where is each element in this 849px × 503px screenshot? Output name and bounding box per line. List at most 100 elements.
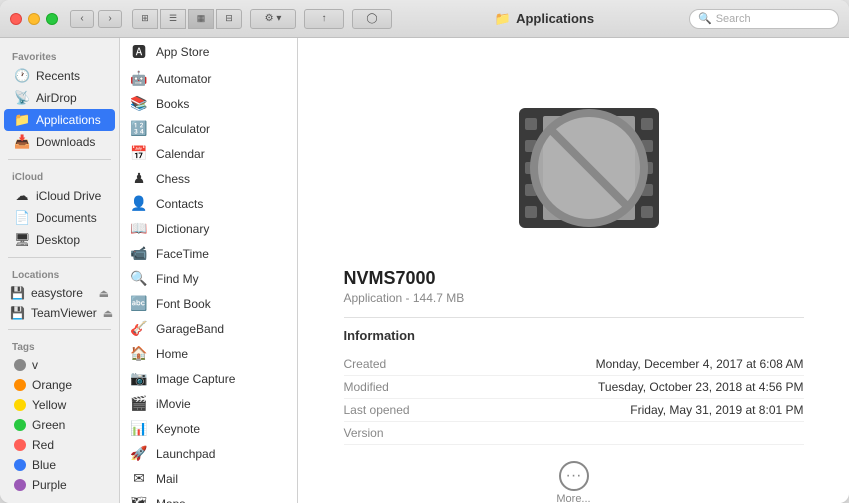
airdrop-icon: 📡 (14, 90, 30, 106)
file-item-label: Launchpad (156, 447, 215, 461)
file-item-facetime[interactable]: 📹 FaceTime (120, 241, 297, 266)
home-icon: 🏠 (130, 345, 148, 362)
app-info: NVMS7000 Application - 144.7 MB Informat… (344, 268, 804, 503)
file-item-garageband[interactable]: 🎸 GarageBand (120, 316, 297, 341)
tags-label: Tags (0, 336, 119, 355)
back-button[interactable]: ‹ (70, 10, 94, 28)
sidebar-item-label: Documents (36, 211, 97, 225)
sidebar-item-label: iCloud Drive (36, 189, 101, 203)
file-item-launchpad[interactable]: 🚀 Launchpad (120, 441, 297, 466)
file-item-label: Find My (156, 272, 199, 286)
downloads-icon: 📥 (14, 134, 30, 150)
file-item-books[interactable]: 📚 Books (120, 91, 297, 116)
sidebar-tag-yellow[interactable]: Yellow (4, 395, 115, 415)
close-button[interactable] (10, 13, 22, 25)
file-item-contacts[interactable]: 👤 Contacts (120, 191, 297, 216)
file-item-find-my[interactable]: 🔍 Find My (120, 266, 297, 291)
view-gallery-button[interactable]: ⊟ (216, 9, 242, 29)
sidebar-item-desktop[interactable]: 🖥 Desktop (4, 229, 115, 251)
sidebar-tag-purple[interactable]: Purple (4, 475, 115, 495)
minimize-button[interactable] (28, 13, 40, 25)
sidebar-tag-red[interactable]: Red (4, 435, 115, 455)
sidebar-tag-v[interactable]: v (4, 355, 115, 375)
tag-dot (14, 359, 26, 371)
search-icon: 🔍 (698, 12, 712, 25)
action-button[interactable]: ⚙ ▾ (250, 9, 296, 29)
view-icon-button[interactable]: ⊞ (132, 9, 158, 29)
desktop-icon: 🖥 (14, 232, 30, 248)
file-item-keynote[interactable]: 📊 Keynote (120, 416, 297, 441)
info-row-modified: Modified Tuesday, October 23, 2018 at 4:… (344, 376, 804, 399)
tag-label: v (32, 358, 38, 372)
sidebar-divider-2 (8, 257, 111, 258)
sidebar-item-downloads[interactable]: 📥 Downloads (4, 131, 115, 153)
sidebar-item-airdrop[interactable]: 📡 AirDrop (4, 87, 115, 109)
file-item-maps[interactable]: 🗺 Maps (120, 491, 297, 503)
sidebar-item-icloud-drive[interactable]: ☁ iCloud Drive (4, 185, 115, 207)
file-item-imovie[interactable]: 🎬 iMovie (120, 391, 297, 416)
tag-label: Red (32, 438, 54, 452)
info-value-modified: Tuesday, October 23, 2018 at 4:56 PM (598, 380, 803, 394)
sidebar-item-recents[interactable]: 🕐 Recents (4, 65, 115, 87)
file-item-app-store[interactable]: 🅰 App Store (120, 38, 297, 66)
window-title: 📁 Applications (400, 11, 689, 27)
forward-button[interactable]: › (98, 10, 122, 28)
eject-button[interactable]: ⏏ (99, 287, 109, 300)
maximize-button[interactable] (46, 13, 58, 25)
file-item-label: Mail (156, 472, 178, 486)
info-row-created: Created Monday, December 4, 2017 at 6:08… (344, 353, 804, 376)
info-label-last-opened: Last opened (344, 403, 444, 417)
easystore-icon: 💾 (10, 286, 25, 300)
sidebar-item-label: AirDrop (36, 91, 77, 105)
file-item-label: Font Book (156, 297, 211, 311)
tag-label: Blue (32, 458, 56, 472)
view-list-button[interactable]: ☰ (160, 9, 186, 29)
maps-icon: 🗺 (130, 495, 148, 503)
tag-dot (14, 459, 26, 471)
icloud-label: iCloud (0, 166, 119, 185)
sidebar-item-label: easystore (31, 286, 83, 300)
sidebar-item-label: Downloads (36, 135, 95, 149)
sidebar-tag-blue[interactable]: Blue (4, 455, 115, 475)
sidebar-item-documents[interactable]: 📄 Documents (4, 207, 115, 229)
more-button[interactable]: ··· More... (344, 461, 804, 503)
view-column-button[interactable]: ▦ (188, 9, 214, 29)
sidebar-tag-green[interactable]: Green (4, 415, 115, 435)
info-value-last-opened: Friday, May 31, 2019 at 8:01 PM (630, 403, 803, 417)
file-item-dictionary[interactable]: 📖 Dictionary (120, 216, 297, 241)
sidebar-item-easystore[interactable]: 💾 easystore ⏏ (0, 283, 119, 303)
search-box[interactable]: 🔍 Search (689, 9, 839, 29)
nav-buttons: ‹ › (70, 10, 122, 28)
search-placeholder: Search (716, 13, 751, 25)
tag-label: Purple (32, 478, 67, 492)
file-list: 🅰 App Store 🤖 Automator 📚 Books 🔢 Calcul… (120, 38, 298, 503)
file-item-calculator[interactable]: 🔢 Calculator (120, 116, 297, 141)
info-row-version: Version (344, 422, 804, 445)
detail-panel: NVMS7000 Application - 144.7 MB Informat… (298, 38, 849, 503)
info-label-version: Version (344, 426, 444, 440)
keynote-icon: 📊 (130, 420, 148, 437)
share-button[interactable]: ↑ (304, 9, 344, 29)
file-item-image-capture[interactable]: 📷 Image Capture (120, 366, 297, 391)
tag-dot (14, 379, 26, 391)
file-item-calendar[interactable]: 📅 Calendar (120, 141, 297, 166)
traffic-lights (10, 13, 58, 25)
sidebar-item-applications[interactable]: 📁 Applications (4, 109, 115, 131)
font-book-icon: 🔤 (130, 295, 148, 312)
file-item-home[interactable]: 🏠 Home (120, 341, 297, 366)
sidebar-tag-orange[interactable]: Orange (4, 375, 115, 395)
file-item-label: Contacts (156, 197, 203, 211)
file-item-chess[interactable]: ♟ Chess (120, 166, 297, 191)
calendar-icon: 📅 (130, 145, 148, 162)
file-item-automator[interactable]: 🤖 Automator (120, 66, 297, 91)
divider (344, 317, 804, 318)
file-item-mail[interactable]: ✉ Mail (120, 466, 297, 491)
eject-button-2[interactable]: ⏏ (103, 307, 113, 320)
file-item-font-book[interactable]: 🔤 Font Book (120, 291, 297, 316)
teamviewer-icon: 💾 (10, 306, 25, 320)
sidebar-item-label: TeamViewer (31, 306, 97, 320)
sidebar-item-teamviewer[interactable]: 💾 TeamViewer ⏏ (0, 303, 119, 323)
file-item-label: Automator (156, 72, 211, 86)
file-item-label: Image Capture (156, 372, 235, 386)
tag-button[interactable]: ◯ (352, 9, 392, 29)
